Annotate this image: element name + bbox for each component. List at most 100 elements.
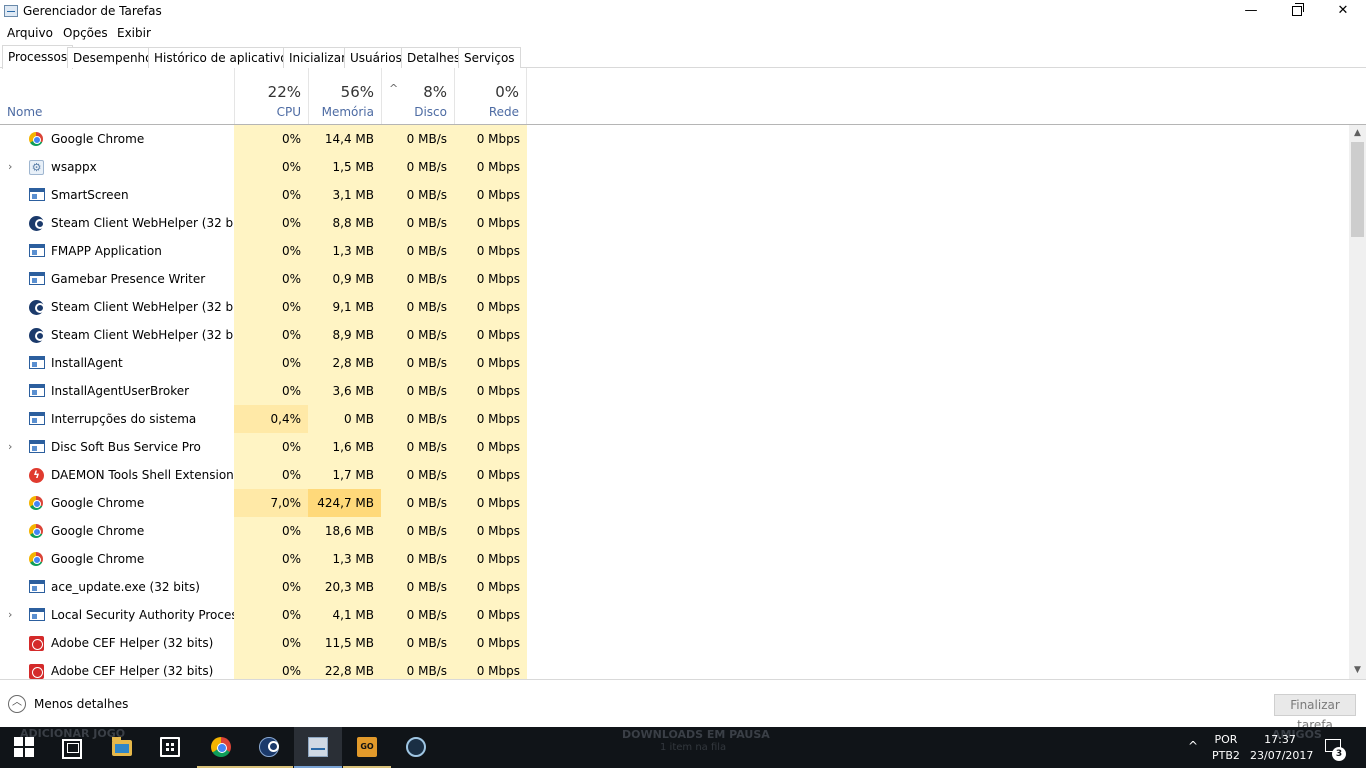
menu-arquivo[interactable]: Arquivo — [7, 26, 53, 40]
window-icon — [29, 272, 45, 285]
process-memory: 8,9 MB — [308, 321, 381, 349]
start-button[interactable] — [0, 727, 48, 768]
process-row[interactable]: Google Chrome 7,0% 424,7 MB 0 MB/s 0 Mbps — [0, 489, 1349, 517]
close-button[interactable]: ✕ — [1320, 0, 1366, 24]
process-name: Disc Soft Bus Service Pro — [51, 440, 201, 454]
scroll-up-icon[interactable]: ▲ — [1349, 125, 1366, 142]
task-manager-taskbar-button[interactable] — [294, 727, 342, 768]
process-name-cell: Google Chrome — [0, 517, 234, 545]
process-cpu: 0% — [234, 461, 308, 489]
process-memory: 14,4 MB — [308, 125, 381, 153]
task-view-button[interactable] — [48, 727, 96, 768]
expand-chevron-icon[interactable]: › — [8, 440, 12, 453]
adobe-icon — [29, 664, 44, 679]
notification-count-badge: 3 — [1332, 747, 1346, 761]
process-row[interactable]: ϟ DAEMON Tools Shell Extensions... 0% 1,7 M… — [0, 461, 1349, 489]
tab-usuarios[interactable]: Usuários — [344, 47, 408, 68]
task-view-icon — [62, 739, 82, 759]
file-explorer-button[interactable] — [98, 727, 146, 768]
less-details-link[interactable]: Menos detalhes — [34, 697, 128, 711]
tab-historico-aplicativos[interactable]: Histórico de aplicativos — [148, 47, 300, 68]
process-row[interactable]: › ⚙ wsappx 0% 1,5 MB 0 MB/s 0 Mbps — [0, 153, 1349, 181]
process-disk: 0 MB/s — [381, 657, 454, 679]
csgo-taskbar-button[interactable]: GO — [343, 727, 391, 768]
process-row[interactable]: Adobe CEF Helper (32 bits) 0% 22,8 MB 0 MB/… — [0, 657, 1349, 679]
column-header-memoria[interactable]: 56% Memória — [308, 68, 381, 124]
menu-exibir[interactable]: Exibir — [117, 26, 151, 40]
show-hidden-icons-caret-icon[interactable]: ^ — [1188, 739, 1198, 753]
process-cpu: 0% — [234, 545, 308, 573]
input-language-indicator[interactable]: POR PTB2 — [1212, 733, 1240, 762]
chrome-icon — [29, 132, 43, 146]
process-memory: 18,6 MB — [308, 517, 381, 545]
column-header-nome[interactable]: Nome — [7, 105, 42, 119]
process-memory: 20,3 MB — [308, 573, 381, 601]
process-row[interactable]: ace_update.exe (32 bits) 0% 20,3 MB 0 MB/s 0… — [0, 573, 1349, 601]
clock-time: 17:37 — [1264, 733, 1296, 746]
end-task-button[interactable]: Finalizar tarefa — [1274, 694, 1356, 732]
process-row[interactable]: Steam Client WebHelper (32 bits) 0% 8,8 MB… — [0, 209, 1349, 237]
process-row[interactable]: InstallAgentUserBroker 0% 3,6 MB 0 MB/s 0 Mb… — [0, 377, 1349, 405]
restore-button[interactable] — [1274, 0, 1320, 24]
process-row[interactable]: FMAPP Application 0% 1,3 MB 0 MB/s 0 Mbps — [0, 237, 1349, 265]
process-cpu: 0% — [234, 237, 308, 265]
process-row[interactable]: InstallAgent 0% 2,8 MB 0 MB/s 0 Mbps — [0, 349, 1349, 377]
minimize-button[interactable]: — — [1228, 0, 1274, 24]
process-name: InstallAgentUserBroker — [51, 384, 190, 398]
tab-processos[interactable]: Processos — [2, 45, 74, 69]
process-network: 0 Mbps — [454, 489, 527, 517]
chrome-taskbar-button[interactable] — [197, 727, 245, 768]
scrollbar-thumb[interactable] — [1351, 142, 1364, 237]
process-disk: 0 MB/s — [381, 265, 454, 293]
column-header-disco[interactable]: 8% Disco — [381, 68, 454, 124]
process-row[interactable]: Steam Client WebHelper (32 bits) 0% 9,1 MB… — [0, 293, 1349, 321]
process-row[interactable]: SmartScreen 0% 3,1 MB 0 MB/s 0 Mbps — [0, 181, 1349, 209]
process-row[interactable]: Steam Client WebHelper (32 bits) 0% 8,9 MB… — [0, 321, 1349, 349]
process-table: Google Chrome 0% 14,4 MB 0 MB/s 0 Mbps › ⚙ wsap… — [0, 125, 1349, 679]
process-disk: 0 MB/s — [381, 517, 454, 545]
process-cpu: 7,0% — [234, 489, 308, 517]
expand-chevron-icon[interactable]: › — [8, 608, 12, 621]
process-network: 0 Mbps — [454, 265, 527, 293]
daemon-tools-taskbar-button[interactable] — [392, 727, 440, 768]
scroll-down-icon[interactable]: ▼ — [1349, 662, 1366, 679]
disk-total-percent: 8% — [423, 83, 447, 101]
store-button[interactable] — [146, 727, 194, 768]
process-name-cell: Steam Client WebHelper (32 bits) — [0, 321, 252, 349]
process-row[interactable]: Google Chrome 0% 18,6 MB 0 MB/s 0 Mbps — [0, 517, 1349, 545]
process-name: Adobe CEF Helper (32 bits) — [51, 664, 214, 678]
process-row[interactable]: Google Chrome 0% 14,4 MB 0 MB/s 0 Mbps — [0, 125, 1349, 153]
process-cpu: 0% — [234, 265, 308, 293]
process-row[interactable]: Interrupções do sistema 0,4% 0 MB 0 MB/s 0 M… — [0, 405, 1349, 433]
clock[interactable]: 17:37 23/07/2017 — [1250, 733, 1313, 762]
process-cpu: 0% — [234, 153, 308, 181]
tab-desempenho[interactable]: Desempenho — [67, 47, 159, 68]
daemon-tools-icon — [406, 737, 426, 757]
process-memory: 9,1 MB — [308, 293, 381, 321]
language-code: POR — [1214, 733, 1238, 746]
steam-taskbar-button[interactable] — [245, 727, 293, 768]
process-name: Gamebar Presence Writer — [51, 272, 206, 286]
process-row[interactable]: Google Chrome 0% 1,3 MB 0 MB/s 0 Mbps — [0, 545, 1349, 573]
expand-chevron-icon[interactable]: › — [8, 160, 12, 173]
process-network: 0 Mbps — [454, 405, 527, 433]
process-name-cell: Google Chrome — [0, 125, 234, 153]
background-downloads-text: DOWNLOADS EM PAUSA — [622, 728, 770, 741]
keyboard-layout: PTB2 — [1212, 749, 1240, 762]
tab-inicializar[interactable]: Inicializar — [283, 47, 353, 68]
process-row[interactable]: › Disc Soft Bus Service Pro 0% 1,6 MB 0 MB/s… — [0, 433, 1349, 461]
process-name-cell: Interrupções do sistema — [0, 405, 234, 433]
process-name-cell: Adobe CEF Helper (32 bits) — [0, 629, 234, 657]
tab-servicos[interactable]: Serviços — [458, 47, 521, 68]
process-row[interactable]: Gamebar Presence Writer 0% 0,9 MB 0 MB/s 0 M… — [0, 265, 1349, 293]
menu-opcoes[interactable]: Opções — [63, 26, 108, 40]
tab-detalhes[interactable]: Detalhes — [401, 47, 467, 68]
chevron-up-circle-icon[interactable]: ︿ — [8, 695, 26, 713]
column-header-cpu[interactable]: 22% CPU — [234, 68, 308, 124]
column-header-rede[interactable]: 0% Rede — [454, 68, 527, 124]
process-row[interactable]: › Local Security Authority Proces... 0% 4,1… — [0, 601, 1349, 629]
process-row[interactable]: Adobe CEF Helper (32 bits) 0% 11,5 MB 0 MB/… — [0, 629, 1349, 657]
disk-label: Disco — [414, 105, 447, 119]
vertical-scrollbar[interactable]: ▲ ▼ — [1349, 125, 1366, 679]
process-name-cell: Steam Client WebHelper (32 bits) — [0, 209, 252, 237]
